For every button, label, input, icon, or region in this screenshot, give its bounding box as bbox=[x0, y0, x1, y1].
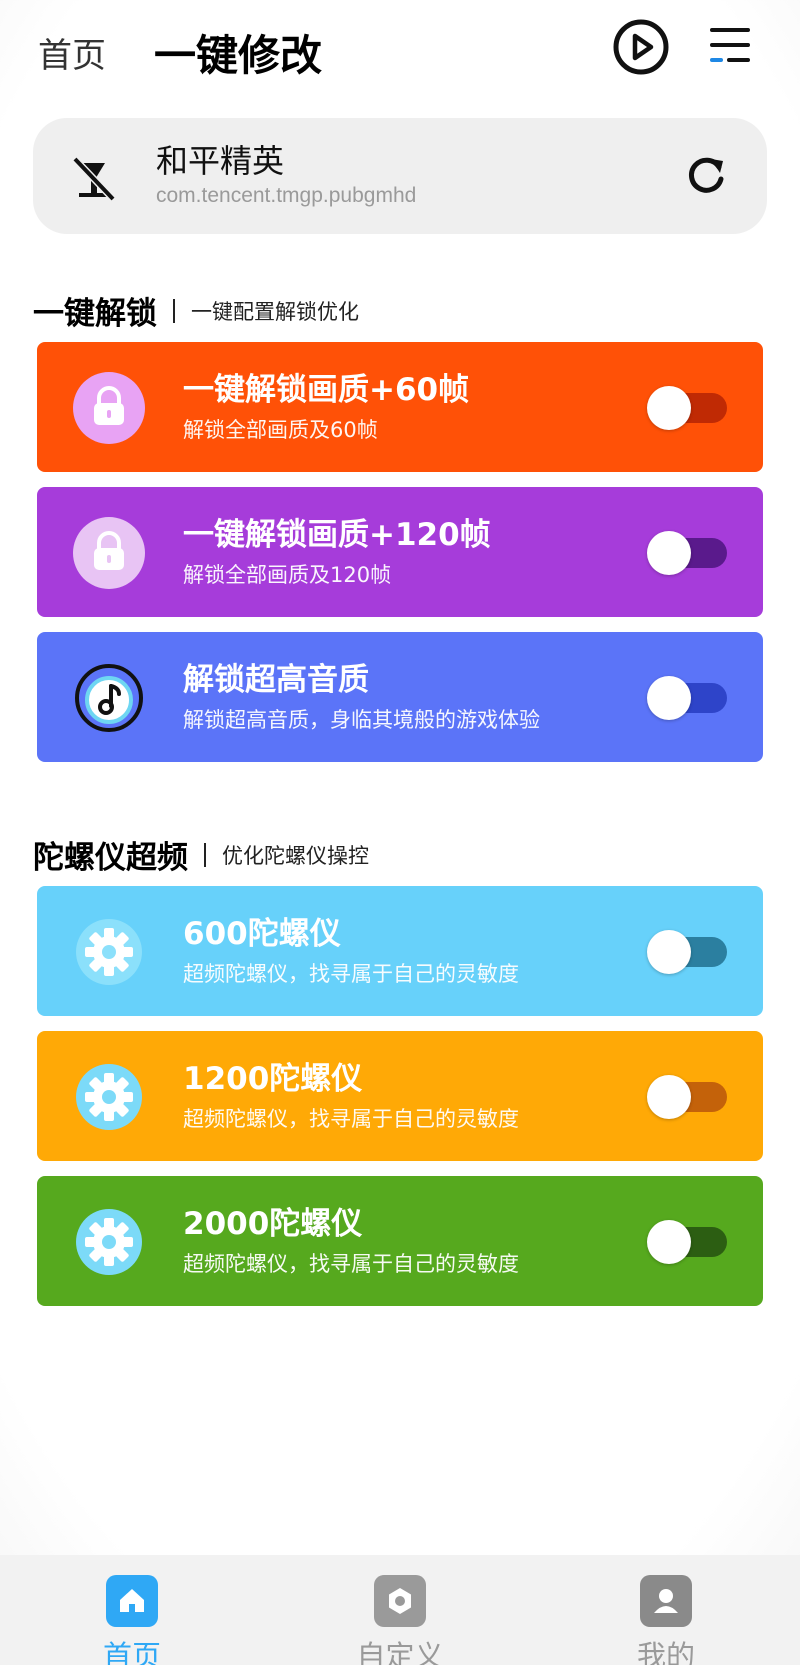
gear-icon bbox=[73, 1206, 145, 1278]
tab-label: 自定义 bbox=[356, 1639, 444, 1665]
toggle-switch[interactable] bbox=[647, 930, 729, 974]
bottom-tab-bar: 首页 自定义 我的 bbox=[0, 1555, 800, 1665]
refresh-icon[interactable] bbox=[683, 153, 729, 199]
home-icon bbox=[106, 1575, 158, 1627]
option-subtitle: 超频陀螺仪，找寻属于自己的灵敏度 bbox=[183, 962, 519, 986]
gear-icon bbox=[73, 916, 145, 988]
option-subtitle: 解锁全部画质及120帧 bbox=[183, 563, 392, 587]
play-circle-icon[interactable] bbox=[612, 18, 670, 76]
option-card-unlock-60fps[interactable]: 一键解锁画质+60帧 解锁全部画质及60帧 bbox=[37, 342, 763, 472]
toggle-switch[interactable] bbox=[647, 386, 729, 430]
section-title: 一键解锁 bbox=[33, 296, 157, 332]
section-divider bbox=[173, 298, 175, 323]
option-card-gyro-2000[interactable]: 2000陀螺仪 超频陀螺仪，找寻属于自己的灵敏度 bbox=[37, 1176, 763, 1306]
hexagon-icon bbox=[374, 1575, 426, 1627]
option-title: 一键解锁画质+120帧 bbox=[183, 517, 491, 553]
tab-custom[interactable]: 自定义 bbox=[340, 1575, 460, 1665]
section-subtitle: 优化陀螺仪操控 bbox=[222, 843, 369, 868]
option-subtitle: 超频陀螺仪，找寻属于自己的灵敏度 bbox=[183, 1252, 519, 1276]
selected-app-card[interactable]: 和平精英 com.tencent.tmgp.pubgmhd bbox=[33, 118, 767, 234]
option-title: 2000陀螺仪 bbox=[183, 1206, 363, 1242]
section-header-unlock: 一键解锁 一键配置解锁优化 bbox=[33, 288, 359, 333]
no-signal-icon bbox=[69, 153, 119, 203]
tab-label: 我的 bbox=[636, 1639, 695, 1665]
app-name: 和平精英 bbox=[156, 142, 285, 180]
lock-icon bbox=[73, 517, 145, 589]
option-card-gyro-1200[interactable]: 1200陀螺仪 超频陀螺仪，找寻属于自己的灵敏度 bbox=[37, 1031, 763, 1161]
top-bar: 首页 一键修改 bbox=[0, 0, 800, 100]
page-title: 一键修改 bbox=[154, 31, 323, 80]
section-subtitle: 一键配置解锁优化 bbox=[191, 299, 359, 324]
option-title: 一键解锁画质+60帧 bbox=[183, 372, 470, 408]
tab-mine[interactable]: 我的 bbox=[606, 1575, 726, 1665]
toggle-switch[interactable] bbox=[647, 676, 729, 720]
nav-home-link[interactable]: 首页 bbox=[38, 28, 106, 77]
music-note-icon bbox=[73, 662, 145, 734]
section-divider bbox=[204, 842, 206, 867]
tab-home[interactable]: 首页 bbox=[72, 1575, 192, 1665]
user-icon bbox=[640, 1575, 692, 1627]
option-title: 600陀螺仪 bbox=[183, 916, 341, 952]
section-title: 陀螺仪超频 bbox=[33, 840, 188, 876]
option-title: 解锁超高音质 bbox=[183, 662, 369, 698]
toggle-switch[interactable] bbox=[647, 1075, 729, 1119]
toggle-switch[interactable] bbox=[647, 531, 729, 575]
option-card-unlock-120fps[interactable]: 一键解锁画质+120帧 解锁全部画质及120帧 bbox=[37, 487, 763, 617]
tab-label: 首页 bbox=[102, 1639, 161, 1665]
lock-icon bbox=[73, 372, 145, 444]
option-subtitle: 超频陀螺仪，找寻属于自己的灵敏度 bbox=[183, 1107, 519, 1131]
gear-icon bbox=[73, 1061, 145, 1133]
option-card-gyro-600[interactable]: 600陀螺仪 超频陀螺仪，找寻属于自己的灵敏度 bbox=[37, 886, 763, 1016]
option-card-hq-audio[interactable]: 解锁超高音质 解锁超高音质，身临其境般的游戏体验 bbox=[37, 632, 763, 762]
option-title: 1200陀螺仪 bbox=[183, 1061, 363, 1097]
section-header-gyro: 陀螺仪超频 优化陀螺仪操控 bbox=[33, 832, 369, 877]
toggle-switch[interactable] bbox=[647, 1220, 729, 1264]
option-subtitle: 解锁超高音质，身临其境般的游戏体验 bbox=[183, 708, 540, 732]
option-subtitle: 解锁全部画质及60帧 bbox=[183, 418, 378, 442]
menu-icon[interactable] bbox=[708, 24, 752, 68]
app-package-name: com.tencent.tmgp.pubgmhd bbox=[156, 184, 417, 207]
